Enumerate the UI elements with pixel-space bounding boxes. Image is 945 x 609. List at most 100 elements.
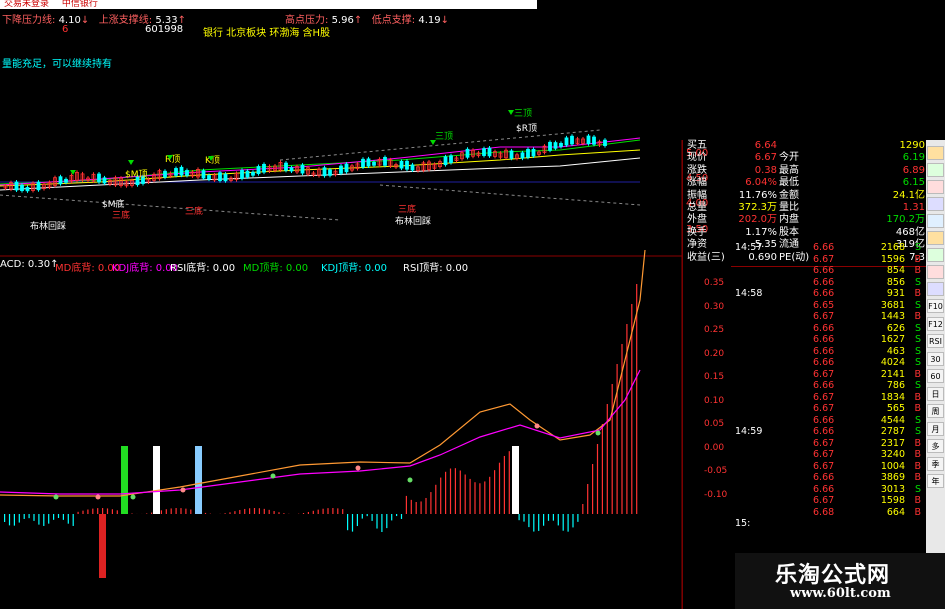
tick-row[interactable]: 6.67 3240 B <box>683 449 927 461</box>
macd-histogram-bar <box>87 509 89 514</box>
tick-row[interactable]: 6.67 1004 B <box>683 461 927 473</box>
macd-histogram-bar <box>116 510 118 514</box>
tick-row[interactable]: 15: <box>683 518 927 530</box>
tick-row[interactable]: 6.67 2317 B <box>683 438 927 450</box>
toolbar-icon[interactable] <box>927 282 944 296</box>
macd-histogram-bar <box>440 477 442 514</box>
tick-row[interactable]: 14:58 6.66 931 B <box>683 288 927 300</box>
macd-histogram-bar <box>48 514 50 524</box>
quote-value: 170.2万 <box>886 214 925 226</box>
candle-body <box>361 158 365 168</box>
tick-row[interactable]: 14:57 6.66 2168 S <box>683 242 927 254</box>
tick-row[interactable]: 6.67 1443 B <box>683 311 927 323</box>
tick-price: 6.66 <box>813 414 835 426</box>
toolbar-icon[interactable] <box>927 214 944 228</box>
kline-signal-label: R顶 <box>165 154 180 165</box>
signal-marker <box>355 465 361 471</box>
tick-side: S <box>914 380 921 391</box>
toolbar-icon[interactable] <box>927 163 944 177</box>
tick-row[interactable]: 6.68 664 B <box>683 507 927 519</box>
toolbar-button-季[interactable]: 季 <box>927 456 944 471</box>
tick-row[interactable]: 6.66 786 S <box>683 380 927 392</box>
tick-volume: 1443 <box>880 311 905 322</box>
tick-row[interactable]: 6.66 626 S <box>683 323 927 335</box>
toolbar-button-周[interactable]: 周 <box>927 404 944 418</box>
macd-histogram-bar <box>396 514 398 517</box>
macd-histogram-bar <box>494 470 496 514</box>
candle-body <box>300 164 305 174</box>
quote-value: 6.04% <box>745 177 777 189</box>
toolbar-button-F12[interactable]: F12 <box>927 316 944 331</box>
candle-body <box>328 169 332 176</box>
tick-row[interactable]: 6.66 463 S <box>683 346 927 358</box>
macd-histogram-bar <box>258 508 260 514</box>
tick-row[interactable]: 6.66 3869 B <box>683 472 927 484</box>
signal-bar-white <box>153 446 160 514</box>
kline-signal-label: 三顶 <box>514 108 532 119</box>
tick-price: 6.66 <box>813 345 835 357</box>
toolbar-button-F10[interactable]: F10 <box>927 299 944 313</box>
macd-chart[interactable] <box>0 249 646 578</box>
candle-body <box>25 187 30 192</box>
kline-chart[interactable]: $M顶R顶 K顶$M底三底 三底布林回踩三底布林回踩三顶$R顶三顶 <box>0 108 641 232</box>
toolbar-icon[interactable] <box>927 265 944 279</box>
toolbar-button-RSI[interactable]: RSI <box>927 334 944 348</box>
tick-row[interactable]: 6.67 2141 B <box>683 369 927 381</box>
tick-row[interactable]: 6.66 4544 S <box>683 415 927 427</box>
toolbar-button-日[interactable]: 日 <box>927 386 944 401</box>
toolbar-button-30[interactable]: 30 <box>927 351 944 366</box>
watermark-url: www.60lt.com <box>790 586 891 601</box>
toolbar-button-多[interactable]: 多 <box>927 439 944 453</box>
macd-histogram-bar <box>53 514 55 520</box>
toolbar-button-年[interactable]: 年 <box>927 474 944 488</box>
right-toolbar: F10 F12 RSI 30 60 日周月多季年 <box>926 140 945 609</box>
tick-time: 15: <box>735 518 751 529</box>
tick-volume: 626 <box>886 322 905 334</box>
macd-histogram-bar <box>410 499 412 514</box>
macd-histogram-bar <box>454 468 456 514</box>
toolbar-button-60[interactable]: 60 <box>927 369 944 383</box>
candle-body <box>344 163 349 173</box>
tick-row[interactable]: 6.67 565 B <box>683 403 927 415</box>
macd-histogram-bar <box>239 509 241 514</box>
quote-value: 1.31 <box>902 202 925 213</box>
tick-row[interactable]: 6.67 1596 B <box>683 254 927 266</box>
quote-row: 涨幅 6.04% 最低 6.15 <box>683 177 927 189</box>
toolbar-icon[interactable] <box>927 146 944 160</box>
tick-row[interactable]: 6.66 3013 S <box>683 484 927 496</box>
tick-row[interactable]: 6.67 1598 B <box>683 495 927 507</box>
tick-row[interactable]: 6.66 1627 S <box>683 334 927 346</box>
tick-row[interactable]: 14:59 6.66 2787 S <box>683 426 927 438</box>
toolbar-icon[interactable] <box>927 180 944 194</box>
tick-row[interactable]: 6.67 1834 B <box>683 392 927 404</box>
candle-body <box>64 178 68 183</box>
tick-row[interactable]: 6.65 3681 S <box>683 300 927 312</box>
candle-body <box>366 158 371 167</box>
tick-row[interactable]: 6.66 4024 S <box>683 357 927 369</box>
tick-volume: 463 <box>886 345 905 357</box>
macd-histogram-bar <box>82 510 84 514</box>
kline-signal-label: 三底 <box>398 203 416 215</box>
macd-histogram-bar <box>23 514 25 519</box>
tick-time: 14:58 <box>735 288 763 299</box>
macd-histogram-bar <box>381 514 383 532</box>
tick-row[interactable]: 6.66 854 B <box>683 265 927 277</box>
toolbar-icon[interactable] <box>927 197 944 211</box>
watermark: 乐淘公式网 www.60lt.com <box>735 553 945 609</box>
toolbar-button-月[interactable]: 月 <box>927 421 944 436</box>
macd-histogram-bar <box>111 509 113 514</box>
kline-signal-label: 三底 <box>185 205 203 217</box>
chart-area[interactable]: $M顶R顶 K顶$M底三底 三底布林回踩三底布林回踩三顶$R顶三顶 <box>0 0 682 609</box>
macd-histogram-bar <box>371 514 373 521</box>
macd-histogram-bar <box>97 508 99 514</box>
tick-row[interactable]: 6.66 856 S <box>683 277 927 289</box>
tick-volume: 854 <box>886 265 905 276</box>
toolbar-icon[interactable] <box>927 231 944 245</box>
quote-label: 振幅 <box>687 189 707 201</box>
macd-histogram-bar <box>4 514 6 522</box>
tick-price: 6.66 <box>813 265 835 276</box>
macd-histogram-bar <box>204 512 207 514</box>
toolbar-icon[interactable] <box>927 248 944 262</box>
macd-histogram-bar <box>92 508 94 514</box>
quote-label: 最低 <box>779 177 799 189</box>
